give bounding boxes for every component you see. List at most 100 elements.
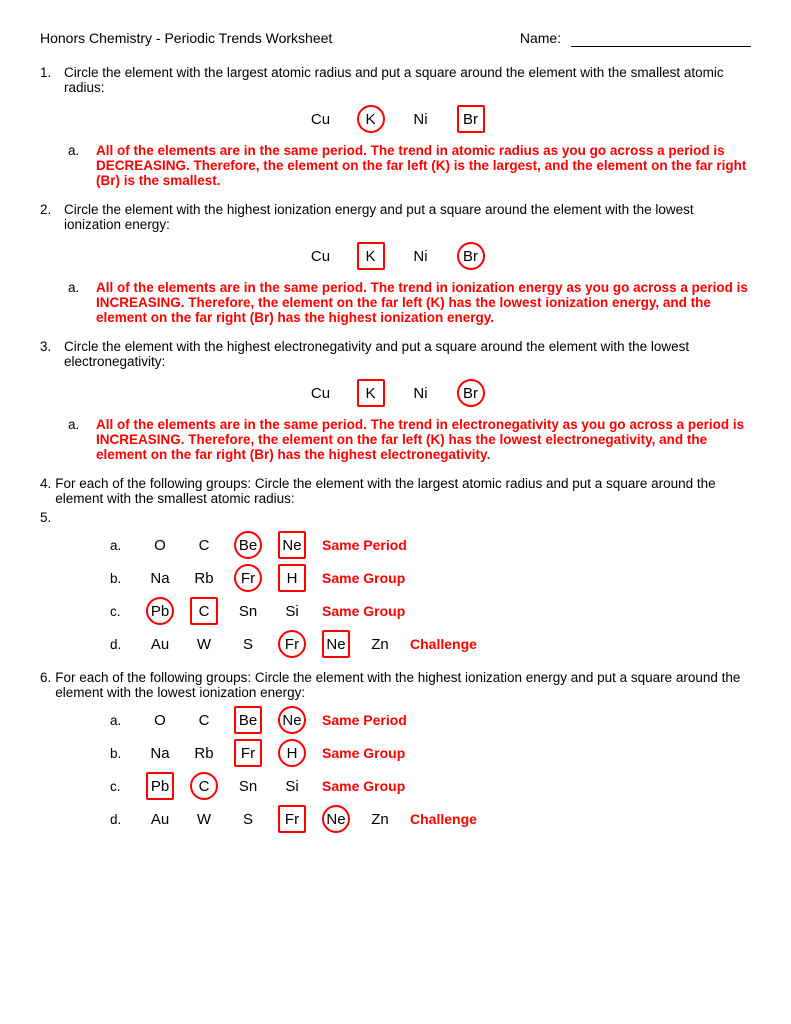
q-number: 2. [40,202,58,232]
page-header: Honors Chemistry - Periodic Trends Works… [40,30,751,47]
group-row: b.NaRbFrHSame Group [110,564,751,592]
element-c: C [190,597,218,625]
sub-answer-text: All of the elements are in the same peri… [96,143,751,188]
group-letter: d. [110,812,130,827]
element-row: Cu K Ni Br [40,105,751,133]
element-pb: Pb [146,597,174,625]
q-text: Circle the element with the highest elec… [64,339,751,369]
group-tag: Same Group [322,778,405,794]
sub-answer-text: All of the elements are in the same peri… [96,417,751,462]
element-rb: Rb [190,564,218,592]
element-br: Br [457,105,485,133]
element-h: H [278,564,306,592]
element-cu: Cu [307,379,335,407]
group-row: c.PbCSnSiSame Group [110,597,751,625]
group-tag: Same Group [322,745,405,761]
element-s: S [234,630,262,658]
group-letter: c. [110,779,130,794]
element-c: C [190,772,218,800]
element-ni: Ni [407,242,435,270]
element-w: W [190,630,218,658]
group-tag: Same Group [322,603,405,619]
groups-ionization: a.OCBeNeSame Periodb.NaRbFrHSame Groupc.… [40,706,751,833]
group-tag: Same Period [322,712,407,728]
element-row: Cu K Ni Br [40,242,751,270]
q5-row: 5. [40,510,751,525]
element-sn: Sn [234,597,262,625]
element-cu: Cu [307,242,335,270]
element-w: W [190,805,218,833]
q4-num: 4. [40,476,51,506]
question-2: 2.Circle the element with the highest io… [40,202,751,325]
element-ni: Ni [407,105,435,133]
element-be: Be [234,706,262,734]
element-br: Br [457,242,485,270]
group-row: d. Au WS Fr Ne Zn Challenge [110,805,751,833]
group-letter: b. [110,746,130,761]
q4-row: 4. For each of the following groups: Cir… [40,476,751,506]
group-letter: a. [110,538,130,553]
q-text: Circle the element with the largest atom… [64,65,751,95]
group-tag: Same Group [322,570,405,586]
group-row: b.NaRbFrHSame Group [110,739,751,767]
element-row: CuKNiBr [40,379,751,407]
sub-answer: a.All of the elements are in the same pe… [68,417,751,462]
group-row: d.AuWSFrNeZnChallenge [110,630,751,658]
element-o: O [146,706,174,734]
sub-letter: a. [68,417,90,462]
name-underline [571,30,751,47]
group-row: a. OC Be Ne Same Period [110,706,751,734]
group-tag: Same Period [322,537,407,553]
group-row: c. Pb C Sn Si Same Group [110,772,751,800]
element-zn: Zn [366,805,394,833]
element-ne: Ne [278,531,306,559]
q5-num: 5. [40,510,51,525]
element-cu: Cu [307,105,335,133]
element-rb: Rb [190,739,218,767]
element-na: Na [146,739,174,767]
element-zn: Zn [366,630,394,658]
element-au: Au [146,630,174,658]
element-s: S [234,805,262,833]
sub-letter: a. [68,280,90,325]
questions-container: 1.Circle the element with the largest at… [40,65,751,462]
group-tag: Challenge [410,811,477,827]
element-fr: Fr [278,805,306,833]
q6-text: For each of the following groups: Circle… [55,670,751,700]
element-ni: Ni [407,379,435,407]
sub-answer: a.All of the elements are in the same pe… [68,280,751,325]
element-k: K [357,242,385,270]
element-k: K [357,105,385,133]
element-si: Si [278,597,306,625]
q6-row: 6. For each of the following groups: Cir… [40,670,751,700]
element-fr: Fr [234,564,262,592]
group-letter: a. [110,713,130,728]
element-fr: Fr [234,739,262,767]
q4-text: For each of the following groups: Circle… [55,476,751,506]
element-ne: Ne [322,805,350,833]
groups-atomic: a.OCBeNeSame Periodb.NaRbFrHSame Groupc.… [40,531,751,658]
element-ne: Ne [278,706,306,734]
q6-num: 6. [40,670,51,700]
sub-answer-text: All of the elements are in the same peri… [96,280,751,325]
group-letter: b. [110,571,130,586]
q-number: 1. [40,65,58,95]
element-si: Si [278,772,306,800]
question-1: 1.Circle the element with the largest at… [40,65,751,188]
sub-answer: a.All of the elements are in the same pe… [68,143,751,188]
element-c: C [190,706,218,734]
name-field: Name: [520,30,751,47]
element-k: K [357,379,385,407]
question-3: 3.Circle the element with the highest el… [40,339,751,462]
element-be: Be [234,531,262,559]
group-row: a.OCBeNeSame Period [110,531,751,559]
element-fr: Fr [278,630,306,658]
element-pb: Pb [146,772,174,800]
q-number: 3. [40,339,58,369]
element-o: O [146,531,174,559]
sub-letter: a. [68,143,90,188]
element-au: Au [146,805,174,833]
group-letter: d. [110,637,130,652]
group-tag: Challenge [410,636,477,652]
element-sn: Sn [234,772,262,800]
